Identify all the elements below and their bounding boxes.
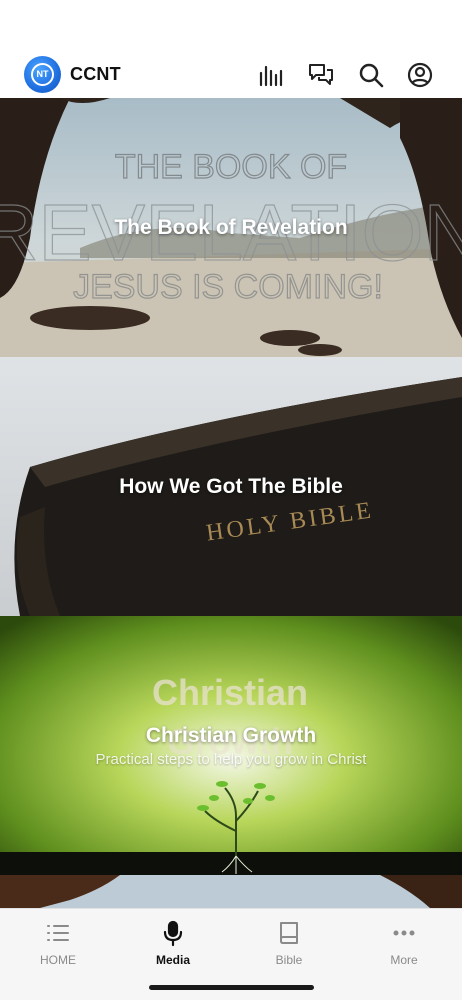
- image-text-5: Christian: [152, 672, 308, 713]
- image-text-1: THE BOOK OF: [115, 148, 347, 186]
- tab-more-label: More: [390, 953, 418, 967]
- series-title: Christian Growth: [145, 724, 317, 747]
- series-title: The Book of Revelation: [114, 216, 348, 239]
- series-card-partial[interactable]: [0, 875, 462, 908]
- microphone-icon: [163, 920, 183, 947]
- list-icon: [47, 925, 69, 941]
- tab-more[interactable]: More: [359, 919, 449, 971]
- tab-home-label: HOME: [40, 953, 76, 967]
- series-card-growth[interactable]: Christian Growth Christian Growth Practi…: [0, 616, 462, 875]
- series-card-bible[interactable]: HOLY BIBLE How We Got The Bible: [0, 357, 462, 616]
- image-text-3: JESUS IS COMING!: [73, 268, 383, 306]
- series-card-revelation[interactable]: THE BOOK OF REVELATION JESUS IS COMING! …: [0, 98, 462, 357]
- series-subtitle: Practical steps to help you grow in Chri…: [95, 751, 367, 768]
- tab-bible[interactable]: Bible: [244, 919, 334, 971]
- bar-chart-icon[interactable]: [257, 61, 285, 89]
- profile-icon[interactable]: [406, 61, 434, 89]
- search-icon[interactable]: [357, 61, 385, 89]
- book-icon: [280, 922, 298, 944]
- app-logo[interactable]: NT: [24, 56, 61, 93]
- series-title: How We Got The Bible: [119, 475, 343, 498]
- tab-media-label: Media: [155, 953, 190, 967]
- more-icon: [393, 930, 415, 936]
- partial-image: [0, 875, 462, 908]
- logo-mark: NT: [31, 63, 54, 86]
- app-header: NT CCNT: [0, 44, 462, 99]
- tab-home[interactable]: HOME: [13, 919, 103, 971]
- app-title: CCNT: [70, 64, 121, 84]
- tab-bible-label: Bible: [275, 953, 303, 967]
- chat-icon[interactable]: [307, 61, 335, 89]
- tab-media[interactable]: Media: [128, 919, 218, 971]
- home-indicator: [149, 985, 314, 990]
